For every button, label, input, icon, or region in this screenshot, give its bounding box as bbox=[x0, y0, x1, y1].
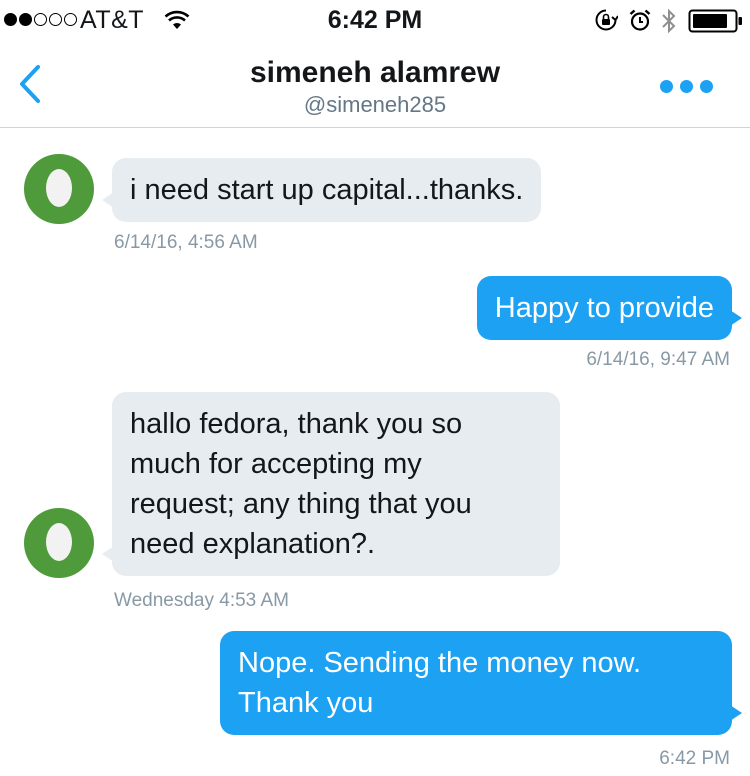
status-bar: AT&T 6:42 PM bbox=[0, 0, 750, 40]
incoming-message-bubble[interactable]: hallo fedora, thank you so much for acce… bbox=[102, 392, 560, 576]
message-text: need explanation?. bbox=[130, 528, 376, 560]
outgoing-message-bubble[interactable]: Happy to provide bbox=[476, 276, 743, 340]
incoming-message-bubble[interactable]: i need start up capital...thanks. bbox=[101, 158, 542, 222]
message-timestamp: 6/14/16, 4:56 AM bbox=[114, 232, 258, 253]
more-dots-icon bbox=[680, 79, 693, 93]
conversation-header: simeneh alamrew @simeneh285 bbox=[0, 40, 750, 128]
bluetooth-icon bbox=[662, 8, 676, 34]
message-text: hallo fedora, thank you so bbox=[130, 408, 463, 440]
avatar[interactable] bbox=[24, 508, 94, 578]
contact-name: simeneh alamrew bbox=[249, 56, 501, 89]
alarm-icon bbox=[629, 9, 651, 31]
message-text: Thank you bbox=[238, 687, 374, 719]
message-timestamp: Wednesday 4:53 AM bbox=[114, 590, 289, 611]
message-timestamp: 6:42 PM bbox=[659, 748, 730, 769]
battery-icon bbox=[688, 9, 742, 33]
message-text: i need start up capital...thanks. bbox=[130, 174, 524, 206]
message-text: request; any thing that you bbox=[130, 488, 472, 520]
more-dots-icon bbox=[660, 79, 673, 93]
more-options-button[interactable] bbox=[660, 76, 716, 96]
message-text: Happy to provide bbox=[494, 292, 714, 324]
message-text: Nope. Sending the money now. bbox=[238, 647, 642, 679]
message-timestamp: 6/14/16, 9:47 AM bbox=[586, 349, 730, 370]
contact-handle: @simeneh285 bbox=[303, 92, 447, 117]
outgoing-message-bubble[interactable]: Nope. Sending the money now. Thank you bbox=[220, 631, 742, 735]
more-dots-icon bbox=[700, 79, 713, 93]
message-text: much for accepting my bbox=[130, 448, 422, 480]
avatar[interactable] bbox=[24, 154, 94, 224]
rotation-lock-icon bbox=[595, 9, 618, 31]
